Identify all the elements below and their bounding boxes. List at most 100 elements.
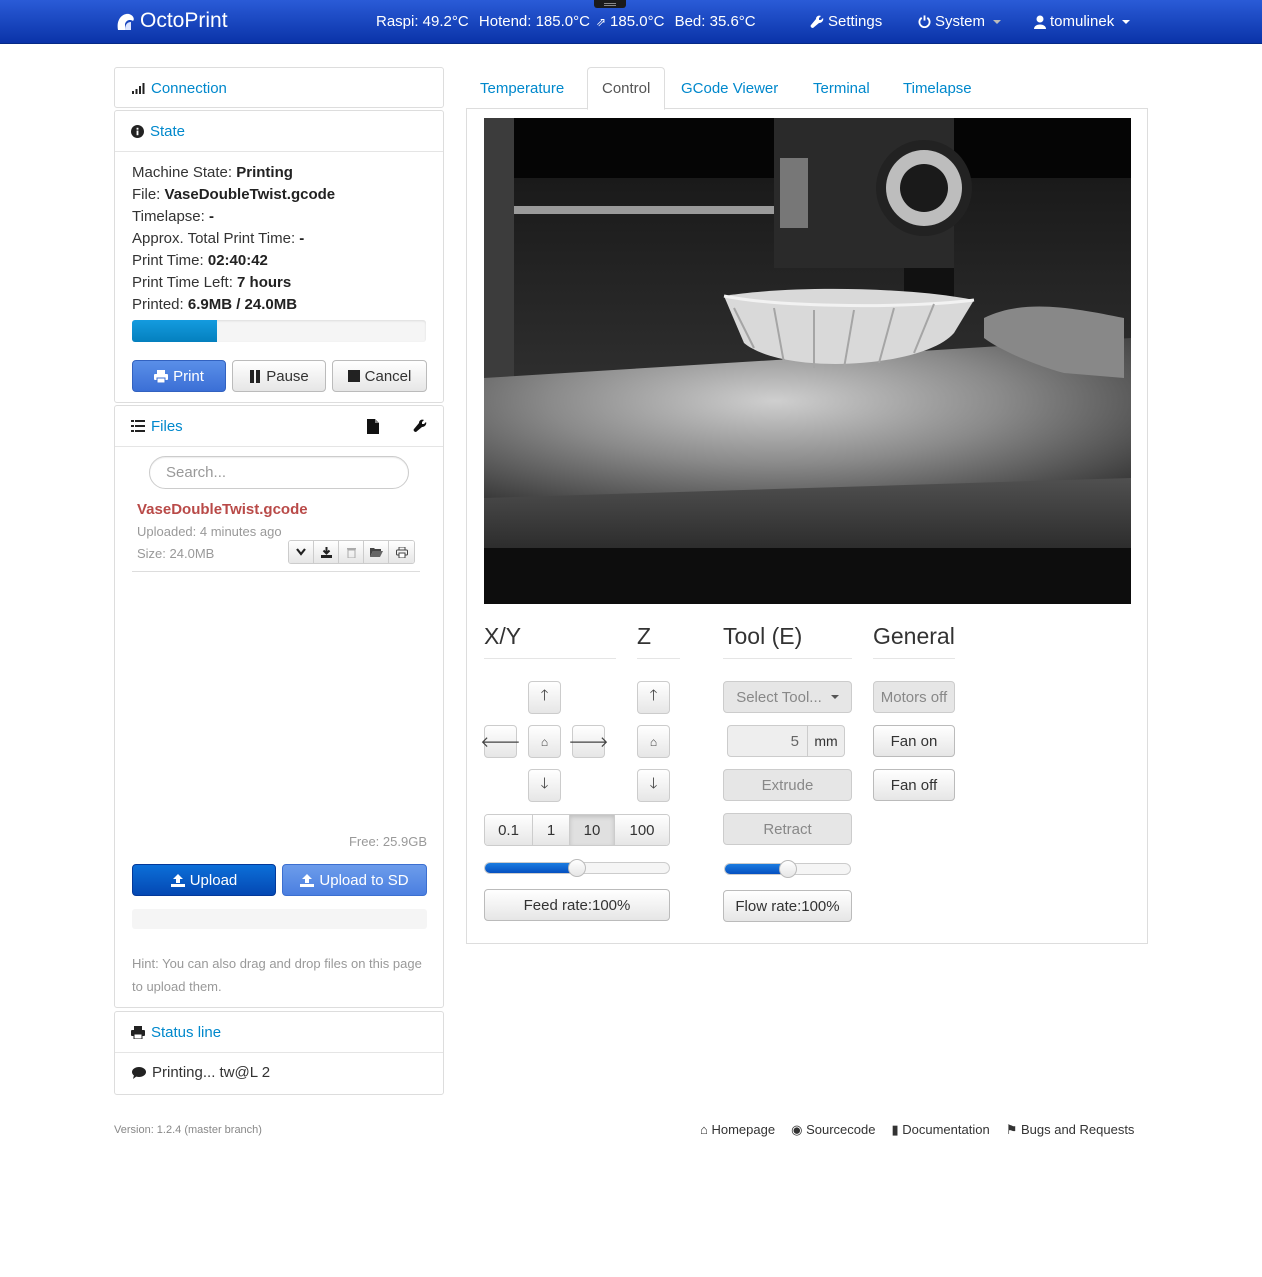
- user-menu[interactable]: tomulinek: [1034, 13, 1131, 30]
- file-search-input[interactable]: Search...: [149, 456, 409, 489]
- state-title: State: [150, 122, 186, 140]
- brand[interactable]: OctoPrint: [114, 9, 228, 33]
- home-z-button[interactable]: ⌂: [637, 725, 670, 758]
- connection-header[interactable]: Connection: [115, 68, 443, 108]
- jog-y-plus-button[interactable]: 🡑: [528, 681, 561, 714]
- homepage-link[interactable]: ⌂ Homepage: [700, 1122, 775, 1138]
- fan-off-button[interactable]: Fan off: [873, 769, 955, 801]
- sourcecode-link[interactable]: ◉ Sourcecode: [791, 1122, 875, 1138]
- documentation-label: Documentation: [902, 1122, 990, 1137]
- user-icon: [1034, 15, 1046, 29]
- status-line-panel: Status line Printing... tw@L 2: [114, 1011, 444, 1095]
- step-1-button[interactable]: 1: [533, 815, 570, 845]
- upload-icon: [170, 873, 185, 887]
- file-item-uploaded: Uploaded: 4 minutes ago: [137, 524, 282, 539]
- new-file-icon[interactable]: [367, 419, 379, 434]
- tool-title: Tool (E): [723, 623, 852, 659]
- timelapse-value: -: [208, 208, 214, 225]
- jog-z-plus-button[interactable]: 🡑: [637, 681, 670, 714]
- step-100-button[interactable]: 100: [615, 815, 669, 845]
- arrow-down-icon: 🡓: [540, 775, 549, 792]
- flow-rate-handle[interactable]: [778, 860, 797, 878]
- home-xy-button[interactable]: ⌂: [528, 725, 561, 758]
- feed-rate-slider[interactable]: [484, 859, 670, 877]
- jog-y-minus-button[interactable]: 🡓: [528, 769, 561, 802]
- system-label: System: [935, 13, 986, 30]
- flow-rate-slider[interactable]: [724, 860, 851, 878]
- jog-x-minus-button[interactable]: 🡐: [480, 725, 521, 758]
- status-line-header[interactable]: Status line: [115, 1012, 443, 1052]
- file-item-size: Size: 24.0MB: [137, 546, 215, 561]
- arrow-right-icon: 🡒: [568, 734, 609, 751]
- pause-icon: [250, 369, 261, 383]
- step-0-1-button[interactable]: 0.1: [485, 815, 533, 845]
- retract-label: Retract: [763, 820, 812, 838]
- tab-control[interactable]: Control: [587, 67, 666, 110]
- drawer-handle[interactable]: [594, 0, 626, 8]
- file-item-actions: [288, 540, 415, 564]
- chevron-down-icon: [1122, 19, 1131, 24]
- fan-off-label: Fan off: [890, 776, 938, 794]
- arrow-up-icon: 🡑: [540, 687, 549, 704]
- jog-x-plus-button[interactable]: 🡒: [568, 725, 609, 758]
- machine-state-label: Machine State:: [132, 164, 233, 181]
- flow-rate-button[interactable]: Flow rate:100%: [723, 890, 852, 922]
- tab-timelapse[interactable]: Timelapse: [889, 67, 986, 109]
- print-time-value: 02:40:42: [207, 252, 268, 269]
- tab-temperature[interactable]: Temperature: [466, 67, 578, 109]
- chevron-down-icon[interactable]: [289, 541, 314, 563]
- tab-gcode-viewer[interactable]: GCode Viewer: [667, 67, 792, 109]
- cancel-button-label: Cancel: [364, 367, 412, 385]
- select-tool-dropdown[interactable]: Select Tool...: [723, 681, 852, 713]
- bugs-link[interactable]: ⚑ Bugs and Requests: [1006, 1122, 1135, 1138]
- extrude-label: Extrude: [761, 776, 814, 794]
- files-header[interactable]: Files: [115, 406, 443, 446]
- cancel-button[interactable]: Cancel: [332, 360, 427, 392]
- trash-icon[interactable]: [339, 541, 364, 563]
- free-space: Free: 25.9GB: [348, 834, 427, 849]
- footer-links: ⌂ Homepage ◉ Sourcecode ▮ Documentation …: [700, 1122, 1134, 1138]
- print-button[interactable]: Print: [132, 360, 226, 392]
- file-item-name[interactable]: VaseDoubleTwist.gcode: [137, 501, 308, 518]
- comment-icon: [132, 1066, 146, 1079]
- connection-title: Connection: [151, 79, 227, 97]
- printer-icon[interactable]: [389, 541, 414, 563]
- upload-icon: [300, 873, 315, 887]
- general-title: General: [873, 623, 955, 659]
- print-button-label: Print: [173, 367, 204, 385]
- upload-sd-button-label: Upload to SD: [319, 871, 409, 889]
- raspi-temp: Raspi: 49.2°C: [376, 13, 469, 30]
- motors-off-button[interactable]: Motors off: [873, 681, 955, 713]
- jog-z-minus-button[interactable]: 🡓: [637, 769, 670, 802]
- feed-rate-button[interactable]: Feed rate:100%: [484, 889, 670, 921]
- search-placeholder: Search...: [166, 464, 227, 481]
- github-icon: ◉: [791, 1122, 803, 1137]
- download-icon[interactable]: [314, 541, 339, 563]
- wrench-icon: [810, 15, 824, 28]
- step-size-selector: 0.1 1 10 100: [484, 814, 670, 846]
- wrench-icon[interactable]: [413, 419, 427, 433]
- status-line-title: Status line: [151, 1023, 222, 1041]
- system-menu[interactable]: System: [918, 13, 1002, 30]
- extrude-amount-input[interactable]: 5: [727, 725, 808, 757]
- settings-menu[interactable]: Settings: [810, 13, 882, 30]
- step-10-button[interactable]: 10: [570, 815, 615, 845]
- main-tabs: Temperature Control GCode Viewer Termina…: [466, 67, 1148, 110]
- upload-sd-button[interactable]: Upload to SD: [282, 864, 427, 896]
- extrude-button[interactable]: Extrude: [723, 769, 852, 801]
- pause-button[interactable]: Pause: [232, 360, 326, 392]
- retract-button[interactable]: Retract: [723, 813, 852, 845]
- fan-on-button[interactable]: Fan on: [873, 725, 955, 757]
- bugs-label: Bugs and Requests: [1020, 1122, 1135, 1137]
- documentation-link[interactable]: ▮ Documentation: [891, 1122, 989, 1138]
- extrude-unit: mm: [808, 725, 845, 757]
- printed-value: 6.9MB / 24.0MB: [187, 296, 298, 313]
- state-header[interactable]: State: [115, 111, 443, 151]
- homepage-label: Homepage: [711, 1122, 776, 1137]
- control-tab-content: X/Y Z Tool (E) General 🡑 🡐 ⌂ 🡒 🡓 🡑 ⌂ 🡓 0…: [466, 108, 1148, 944]
- folder-open-icon[interactable]: [364, 541, 389, 563]
- upload-button[interactable]: Upload: [132, 864, 276, 896]
- feed-rate-handle[interactable]: [568, 859, 586, 877]
- tab-terminal[interactable]: Terminal: [799, 67, 884, 109]
- chevron-down-icon: [830, 695, 839, 699]
